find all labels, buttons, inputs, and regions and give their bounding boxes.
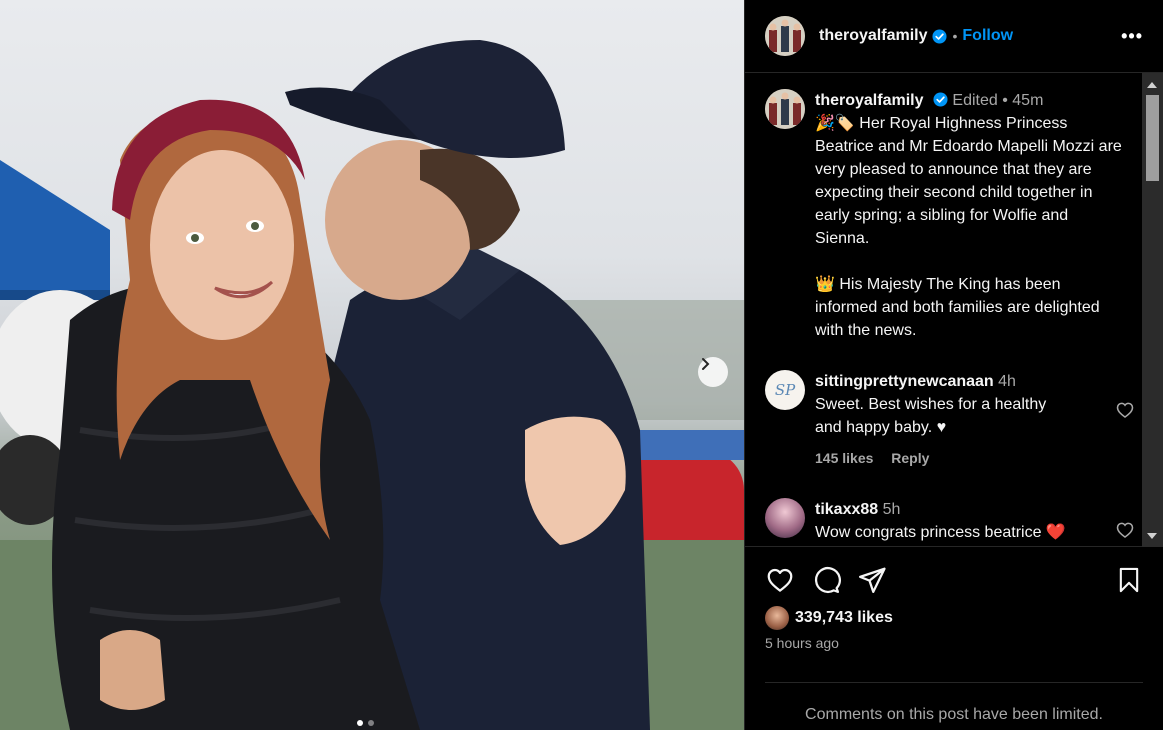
scrollbar-thumb[interactable] xyxy=(1146,95,1159,181)
edited-label: Edited xyxy=(952,92,998,109)
scroll-down-arrow-icon[interactable] xyxy=(1147,533,1157,539)
liker-avatar[interactable] xyxy=(765,606,789,630)
commenter-avatar[interactable] xyxy=(765,498,805,538)
author-avatar[interactable] xyxy=(765,16,805,56)
carousel-indicator xyxy=(357,720,374,726)
avatar-monogram: SP xyxy=(774,381,796,399)
caption-time[interactable]: 45m xyxy=(1012,92,1043,109)
party-emoji: 🎉🏷️ xyxy=(815,115,855,132)
comment-text: Wow congrats princess beatrice ❤️ xyxy=(815,524,1066,541)
crown-emoji: 👑 xyxy=(815,276,835,293)
post-side-panel: theroyalfamily • Follow ••• theroyalfami… xyxy=(744,0,1163,730)
verified-icon xyxy=(932,28,948,44)
comment-button[interactable] xyxy=(811,565,841,595)
likes-row: 339,743 likes xyxy=(765,606,893,630)
caption-author-avatar[interactable] xyxy=(765,89,805,129)
comments-list[interactable]: theroyalfamily Edited • 45m 🎉🏷️ Her Roya… xyxy=(745,73,1143,547)
like-button[interactable] xyxy=(765,565,795,595)
heart-icon[interactable] xyxy=(1115,520,1135,540)
share-icon xyxy=(859,567,886,593)
comment-time: 4h xyxy=(998,373,1016,390)
commenter-username[interactable]: sittingprettynewcanaan xyxy=(815,373,994,390)
heart-icon xyxy=(767,568,793,592)
share-button[interactable] xyxy=(857,565,887,595)
comment-likes[interactable]: 145 likes xyxy=(815,450,873,466)
carousel-dot xyxy=(368,720,374,726)
caption-text-2: His Majesty The King has been informed a… xyxy=(815,276,1100,339)
likes-count[interactable]: 339,743 likes xyxy=(795,609,893,627)
photo-illustration xyxy=(0,40,744,730)
dot-separator: • xyxy=(952,28,958,44)
follow-button[interactable]: Follow xyxy=(962,27,1013,45)
divider xyxy=(765,682,1143,683)
verified-icon xyxy=(933,92,948,107)
comments-limited-notice: Comments on this post have been limited. xyxy=(805,706,1103,723)
comment-text: Sweet. Best wishes for a healthy and hap… xyxy=(815,396,1047,436)
author-username[interactable]: theroyalfamily xyxy=(819,27,927,45)
scroll-up-arrow-icon[interactable] xyxy=(1147,82,1157,88)
post-photo xyxy=(0,0,744,730)
post-action-bar xyxy=(765,564,1143,596)
avatar-image xyxy=(765,89,805,129)
comment-time: 5h xyxy=(882,501,901,518)
comment-icon xyxy=(814,567,841,593)
caption-username[interactable]: theroyalfamily xyxy=(815,92,923,109)
save-button[interactable] xyxy=(1115,565,1143,595)
reply-button[interactable]: Reply xyxy=(891,450,929,466)
post-header: theroyalfamily • Follow ••• xyxy=(745,0,1163,73)
comment-item: tikaxx88 5h Wow congrats princess beatri… xyxy=(745,498,1143,544)
carousel-dot-active xyxy=(357,720,363,726)
avatar-image xyxy=(765,16,805,56)
caption-text-1: Her Royal Highness Princess Beatrice and… xyxy=(815,115,1122,247)
chevron-right-icon xyxy=(702,358,710,370)
comment-body: sittingprettynewcanaan 4h Sweet. Best wi… xyxy=(815,370,1075,470)
commenter-username[interactable]: tikaxx88 xyxy=(815,501,878,518)
comment-item: SP sittingprettynewcanaan 4h Sweet. Best… xyxy=(745,370,1143,470)
more-options-button[interactable]: ••• xyxy=(1121,26,1143,47)
comment-body: tikaxx88 5h Wow congrats princess beatri… xyxy=(815,498,1095,544)
next-slide-button[interactable] xyxy=(698,357,728,387)
dot-separator: • xyxy=(1002,92,1013,109)
post-time[interactable]: 5 hours ago xyxy=(765,635,839,651)
commenter-avatar[interactable]: SP xyxy=(765,370,805,410)
caption-paragraph-2: 👑 His Majesty The King has been informed… xyxy=(815,273,1123,342)
caption-body: theroyalfamily Edited • 45m 🎉🏷️ Her Roya… xyxy=(815,89,1123,370)
comment-actions: 145 likes Reply xyxy=(815,447,1075,470)
post-caption: theroyalfamily Edited • 45m 🎉🏷️ Her Roya… xyxy=(745,73,1143,370)
comments-scrollbar[interactable] xyxy=(1142,73,1163,547)
bookmark-icon xyxy=(1119,567,1139,593)
heart-icon[interactable] xyxy=(1115,400,1135,420)
caption-paragraph-1: 🎉🏷️ Her Royal Highness Princess Beatrice… xyxy=(815,112,1123,250)
